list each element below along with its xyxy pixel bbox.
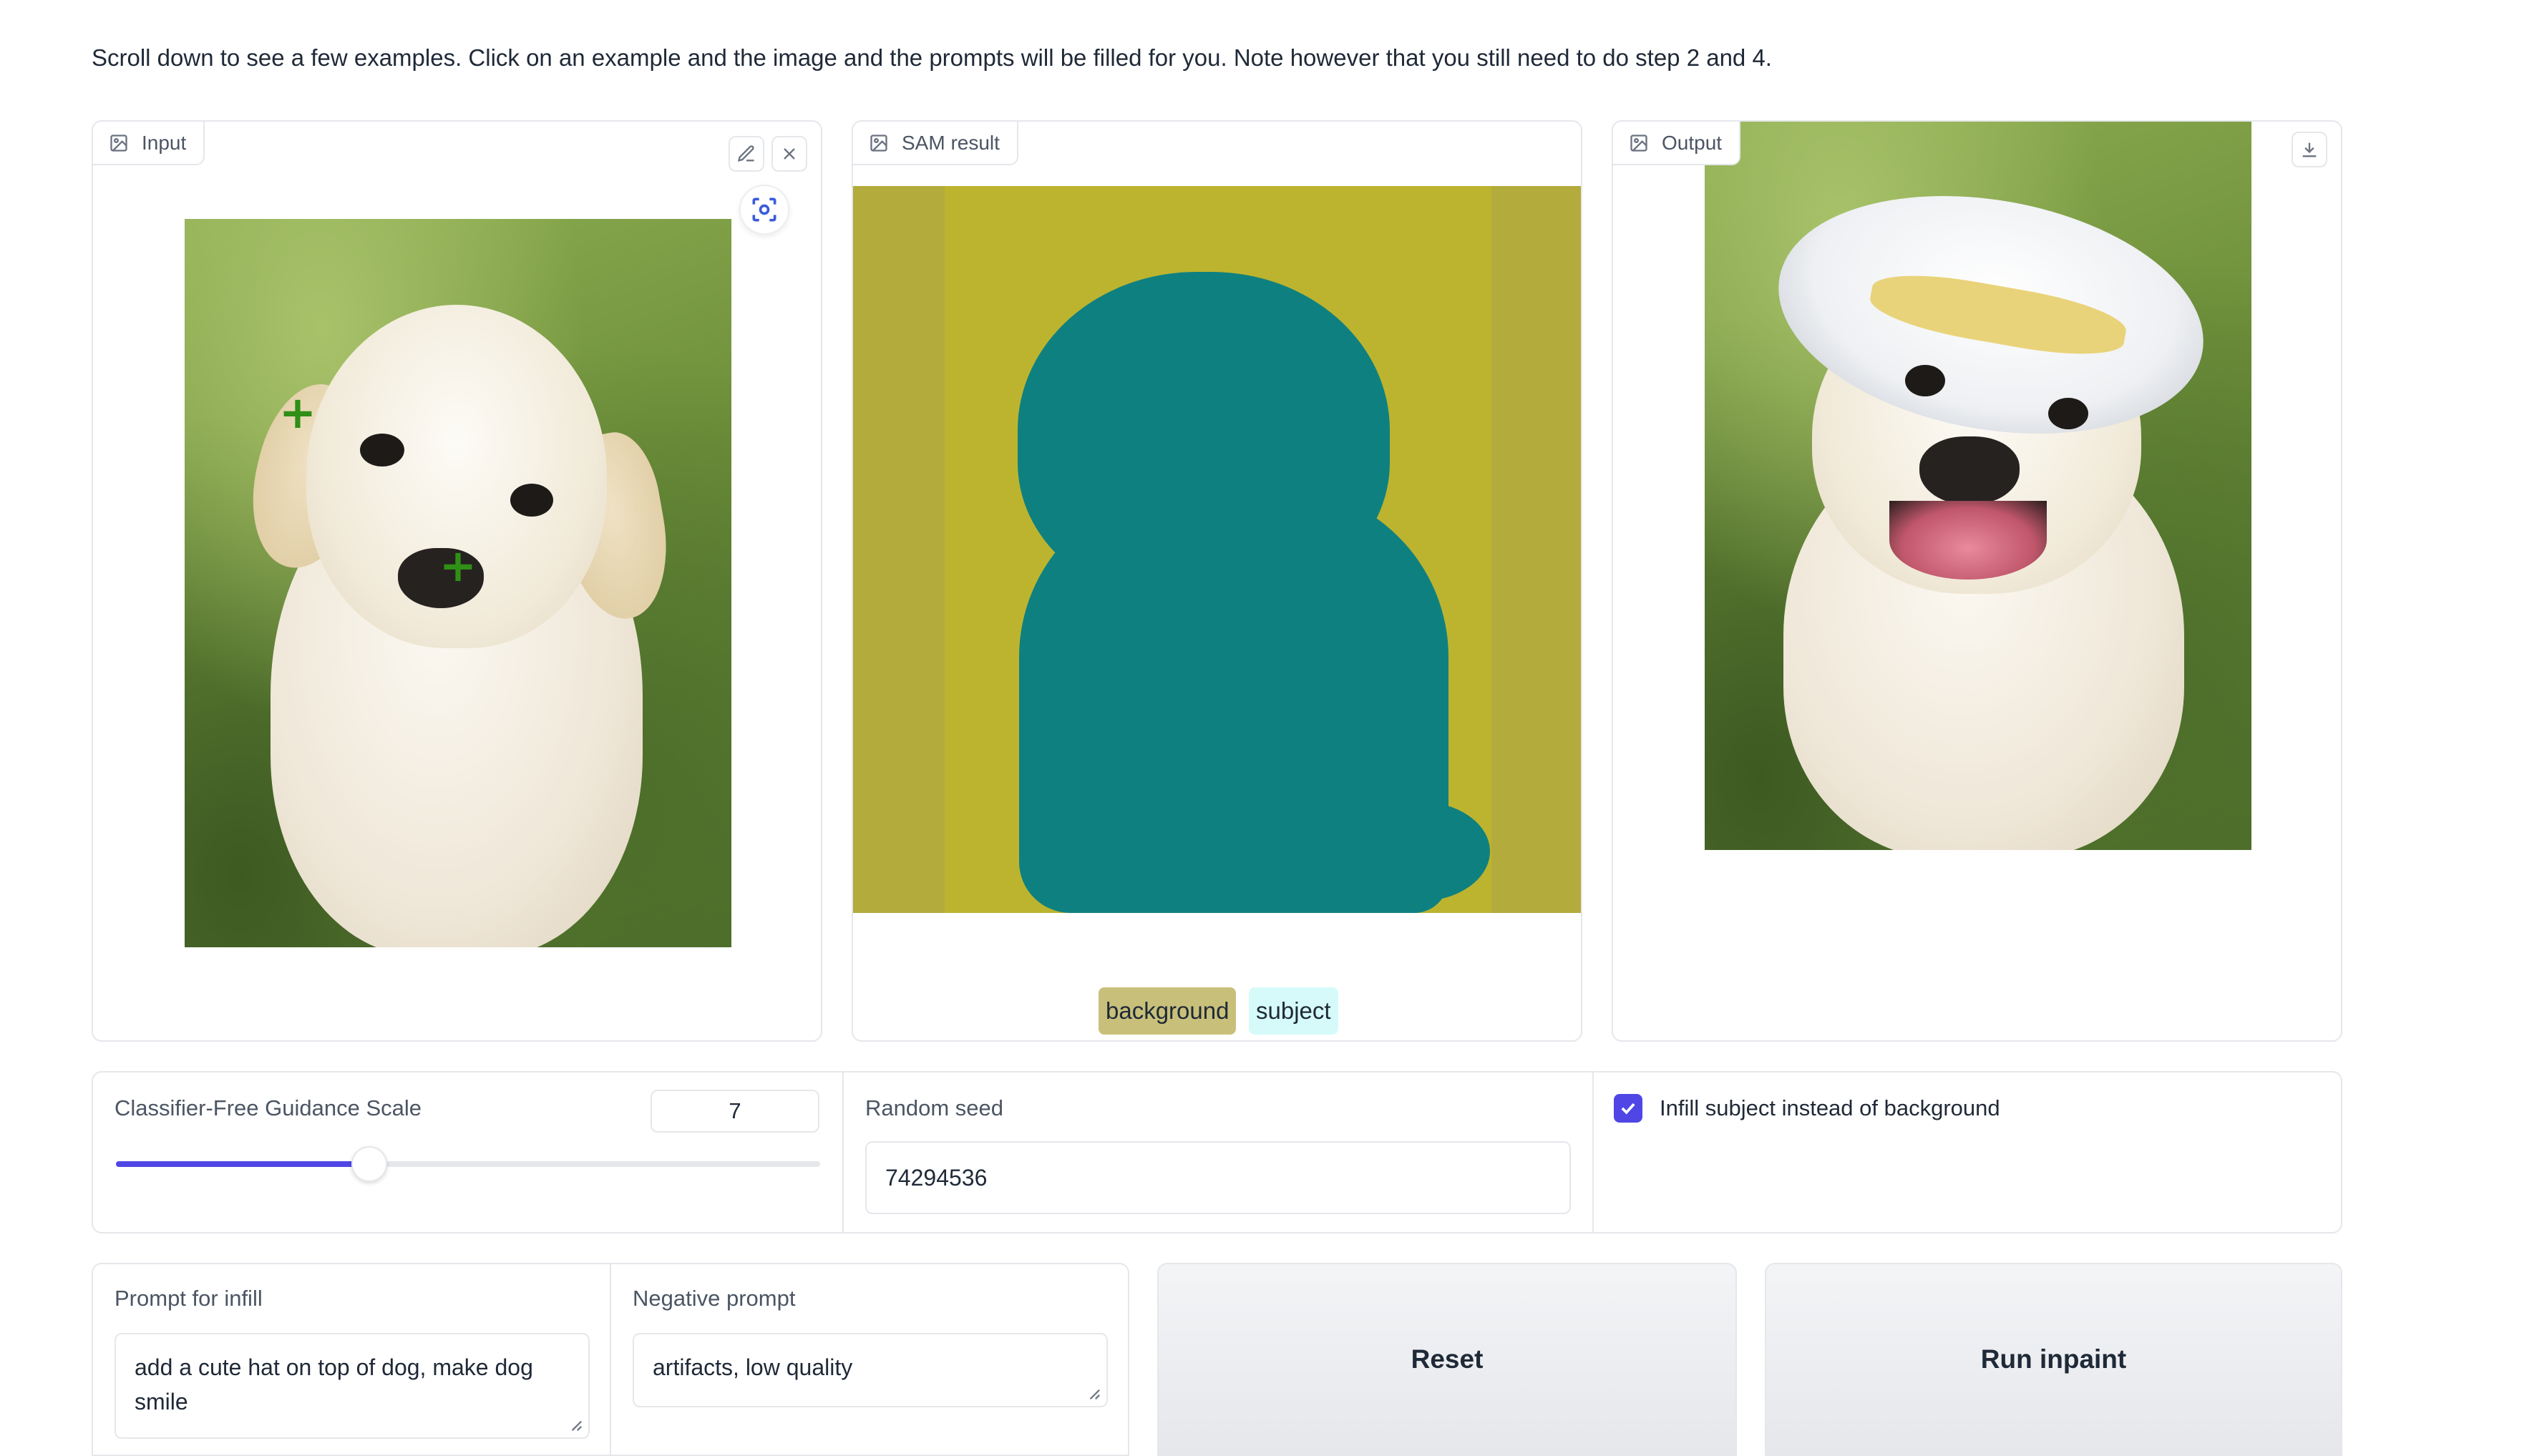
focus-button[interactable] xyxy=(739,185,789,235)
puppy-eye-left xyxy=(360,434,404,466)
infill-prompt-text: add a cute hat on top of dog, make dog s… xyxy=(135,1354,533,1415)
puppy-eye-right xyxy=(510,484,553,517)
settings-row: Classifier-Free Guidance Scale 7 Random … xyxy=(92,1071,2342,1233)
image-icon xyxy=(110,134,127,152)
output-image-panel: Output xyxy=(1612,120,2342,1042)
output-eye-left xyxy=(1905,365,1945,396)
edit-button[interactable] xyxy=(729,136,764,172)
output-eye-right xyxy=(2048,398,2088,429)
input-image-panel[interactable]: Input + + xyxy=(92,120,822,1042)
cfg-scale-slider-fill xyxy=(116,1161,370,1167)
segmentation-mask xyxy=(853,186,1581,913)
point-marker-1: + xyxy=(279,386,316,439)
output-label: Output xyxy=(1613,122,1741,165)
cfg-scale-number-input[interactable]: 7 xyxy=(651,1090,819,1133)
clear-button[interactable] xyxy=(771,136,807,172)
random-seed-input[interactable]: 74294536 xyxy=(865,1141,1571,1214)
download-button[interactable] xyxy=(2292,132,2327,167)
negative-prompt-textarea[interactable]: artifacts, low quality xyxy=(633,1333,1108,1407)
negative-prompt-control: Negative prompt artifacts, low quality xyxy=(611,1264,1129,1455)
input-dog-photo[interactable]: + + xyxy=(185,219,731,947)
cfg-scale-label: Classifier-Free Guidance Scale xyxy=(115,1095,422,1120)
download-icon xyxy=(2302,142,2317,157)
infill-subject-checkbox[interactable] xyxy=(1614,1094,1642,1123)
point-marker-2: + xyxy=(439,539,477,592)
output-label-text: Output xyxy=(1662,131,1723,154)
focus-icon xyxy=(752,197,776,222)
input-label: Input xyxy=(93,122,205,165)
image-icon xyxy=(870,134,887,152)
output-dog-photo xyxy=(1705,122,2251,850)
legend-subject: subject xyxy=(1249,987,1338,1035)
mask-subject-tail xyxy=(1347,801,1490,902)
close-icon xyxy=(784,148,795,160)
sam-result-panel: SAM result background subject xyxy=(852,120,1582,1042)
infill-prompt-control: Prompt for infill add a cute hat on top … xyxy=(93,1264,611,1455)
prompts-block: Prompt for infill add a cute hat on top … xyxy=(92,1263,1129,1456)
input-label-text: Input xyxy=(142,131,187,154)
instructions-text: Scroll down to see a few examples. Click… xyxy=(92,44,1772,71)
negative-prompt-text: artifacts, low quality xyxy=(653,1354,853,1380)
cfg-scale-slider[interactable] xyxy=(116,1146,820,1182)
output-nose xyxy=(1919,436,2020,505)
cfg-scale-slider-thumb[interactable] xyxy=(351,1146,387,1182)
cfg-scale-control: Classifier-Free Guidance Scale 7 xyxy=(93,1073,844,1232)
random-seed-control: Random seed 74294536 xyxy=(844,1073,1594,1232)
check-icon xyxy=(1621,1103,1635,1115)
resize-handle-icon[interactable] xyxy=(1088,1387,1101,1400)
sam-result-label-text: SAM result xyxy=(902,131,1000,154)
run-inpaint-button[interactable]: Run inpaint xyxy=(1765,1263,2342,1456)
reset-button[interactable]: Reset xyxy=(1157,1263,1737,1456)
sam-result-label: SAM result xyxy=(853,122,1018,165)
edit-icon xyxy=(737,145,754,162)
legend-background: background xyxy=(1099,987,1237,1035)
random-seed-label: Random seed xyxy=(865,1095,1004,1120)
resize-handle-icon[interactable] xyxy=(570,1419,583,1432)
output-mouth xyxy=(1889,501,2047,580)
infill-subject-control: Infill subject instead of background xyxy=(1594,1073,2342,1232)
negative-prompt-label: Negative prompt xyxy=(633,1286,796,1311)
infill-subject-label[interactable]: Infill subject instead of background xyxy=(1660,1095,2000,1121)
image-icon xyxy=(1630,134,1647,152)
infill-prompt-textarea[interactable]: add a cute hat on top of dog, make dog s… xyxy=(115,1333,590,1439)
infill-prompt-label: Prompt for infill xyxy=(115,1286,263,1311)
